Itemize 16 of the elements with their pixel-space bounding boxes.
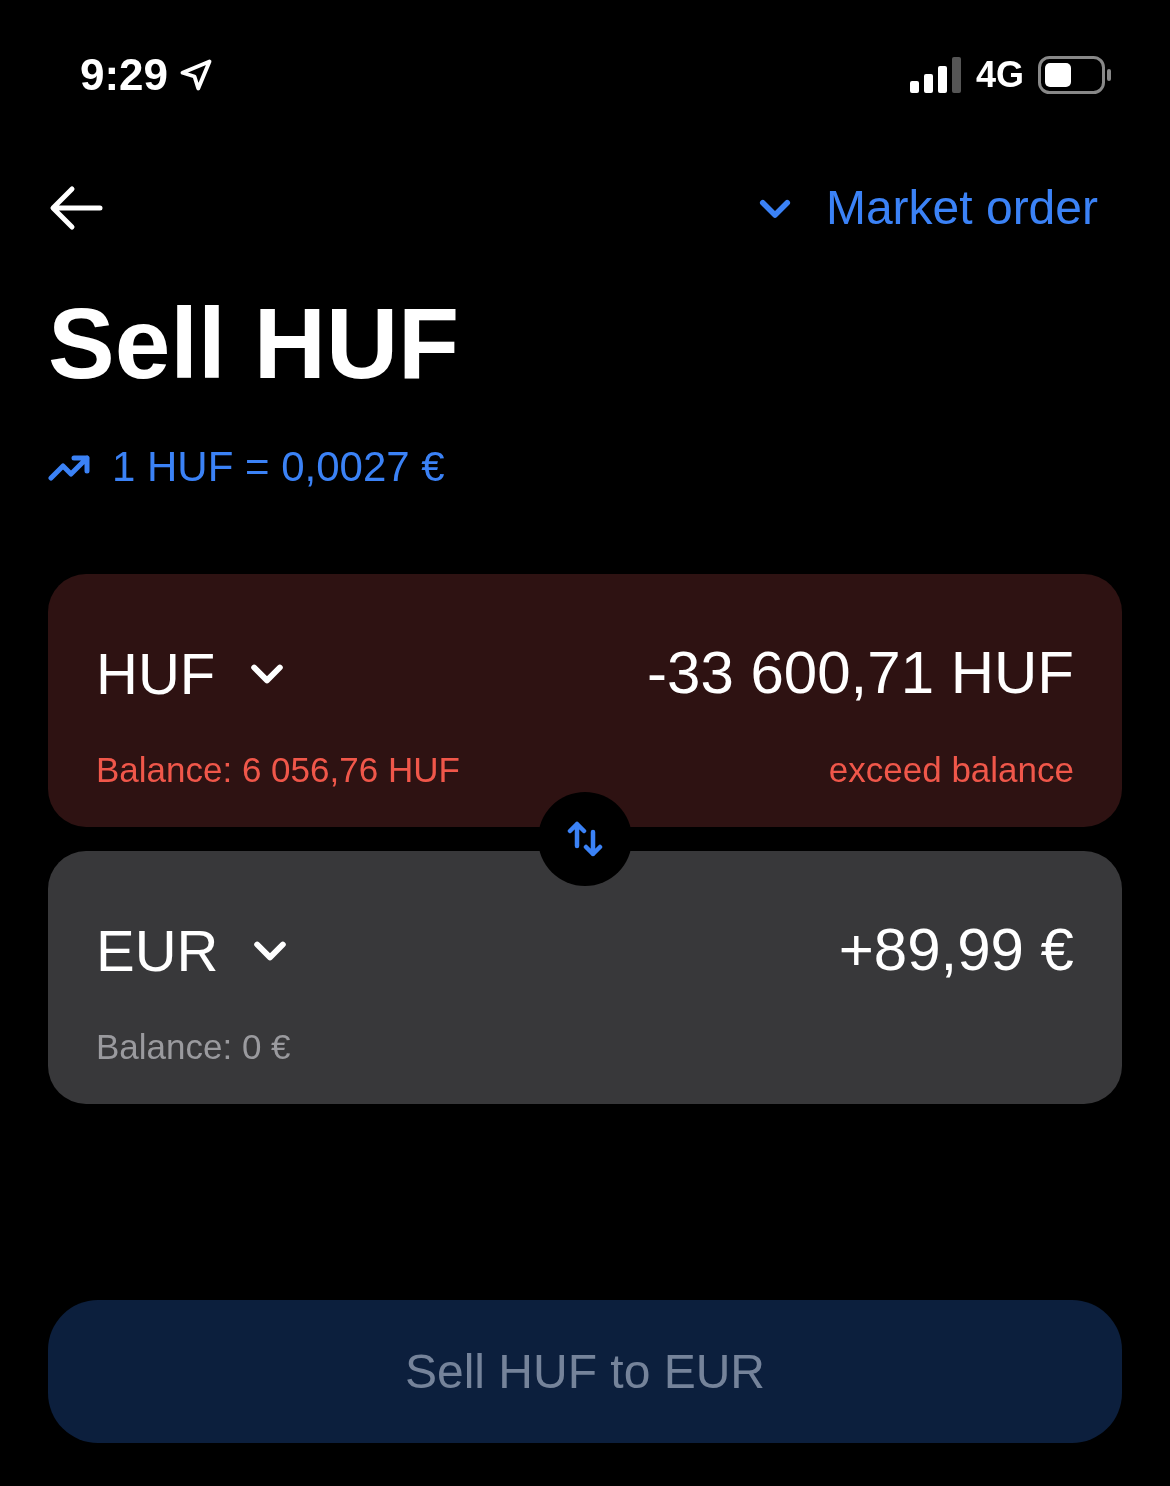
balance-label: Balance: 6 056,76 HUF [96, 749, 460, 791]
status-time: 9:29 [80, 49, 169, 101]
back-arrow-icon [48, 183, 104, 232]
battery-icon [1038, 56, 1112, 94]
balance-label: Balance: 0 € [96, 1026, 291, 1068]
error-message: exceed balance [828, 749, 1074, 791]
amount-value: -33 600,71 HUF [647, 638, 1074, 708]
exchange-rate: 1 HUF = 0,0027 € [112, 442, 445, 492]
amount-value: +89,99 € [838, 915, 1074, 985]
order-type-dropdown[interactable]: Market order [753, 171, 1122, 244]
page-title: Sell HUF [48, 293, 461, 393]
currency-selector[interactable]: HUF [96, 629, 290, 717]
currency-selector[interactable]: EUR [96, 906, 293, 994]
swap-arrows-icon [567, 820, 603, 858]
signal-icon [909, 57, 962, 93]
network-label: 4G [975, 53, 1024, 97]
